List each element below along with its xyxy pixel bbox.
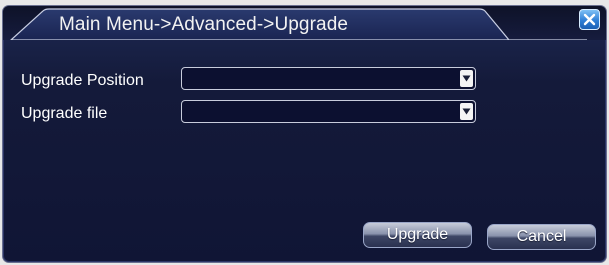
upgrade-position-label: Upgrade Position xyxy=(21,72,144,89)
close-icon xyxy=(583,13,596,26)
upgrade-position-select[interactable] xyxy=(181,67,476,90)
dialog-title: Main Menu->Advanced->Upgrade xyxy=(59,14,349,35)
chevron-down-icon[interactable] xyxy=(460,103,473,120)
upgrade-dialog: Main Menu->Advanced->Upgrade Upgrade Pos… xyxy=(3,6,606,262)
upgrade-button[interactable]: Upgrade xyxy=(363,222,472,248)
chevron-down-icon[interactable] xyxy=(460,70,473,87)
cancel-button[interactable]: Cancel xyxy=(487,224,596,250)
upgrade-file-select[interactable] xyxy=(181,100,476,123)
title-bar: Main Menu->Advanced->Upgrade xyxy=(3,6,606,40)
upgrade-file-label: Upgrade file xyxy=(21,105,108,122)
close-button[interactable] xyxy=(579,9,600,30)
